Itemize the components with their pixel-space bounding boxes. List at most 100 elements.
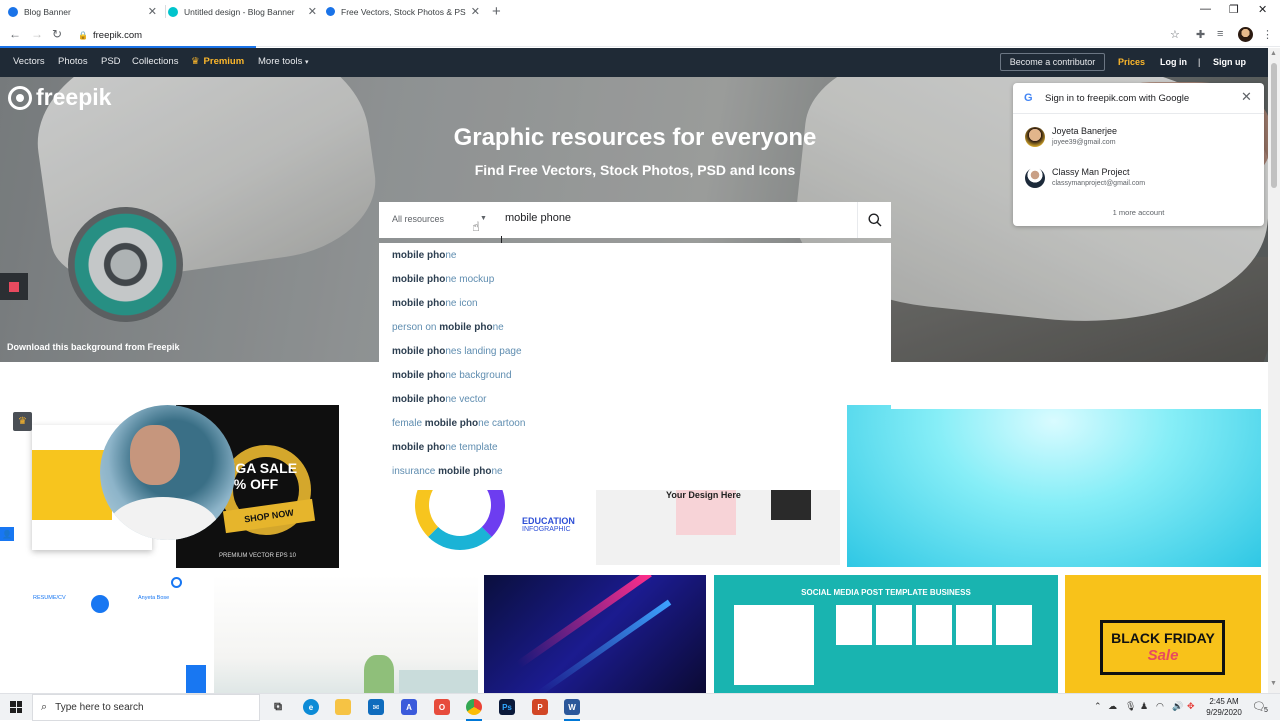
photoshop-icon[interactable]: Ps <box>499 699 515 715</box>
onedrive-icon[interactable]: ☁ <box>1108 701 1117 712</box>
gallery-item-neon-background[interactable] <box>484 575 706 693</box>
account-name: Classy Man Project <box>1052 167 1130 177</box>
google-account-joyeta[interactable]: Joyeta Banerjee joyee39@gmail.com <box>1025 122 1253 156</box>
suggestion-item[interactable]: mobile phone vector <box>392 394 486 405</box>
freepik-logo-icon <box>8 85 32 110</box>
gallery-item-interior[interactable] <box>214 575 478 693</box>
chrome-icon[interactable] <box>466 699 482 715</box>
background-credit-link[interactable]: Download this background from Freepik <box>7 342 180 352</box>
freepik-favicon-icon <box>326 7 335 16</box>
gallery-item-social-media-template[interactable]: SOCIAL MEDIA POST TEMPLATE BUSINESS <box>714 575 1058 693</box>
search-input[interactable] <box>505 212 845 224</box>
chrome-menu-icon[interactable]: ⋮ <box>1262 28 1273 41</box>
record-button[interactable] <box>0 273 28 300</box>
nav-photos[interactable]: Photos <box>58 56 88 67</box>
signup-link[interactable]: Sign up <box>1213 57 1246 67</box>
black-friday-text: BLACK FRIDAY <box>1111 630 1215 646</box>
word-icon[interactable]: W <box>564 699 580 715</box>
login-link[interactable]: Log in <box>1160 57 1187 67</box>
volume-icon[interactable]: 🔊 <box>1172 701 1183 712</box>
nav-more-tools[interactable]: More tools ▾ <box>258 56 309 67</box>
suggestion-item[interactable]: mobile phone template <box>392 442 498 453</box>
lock-icon: 🔒 <box>78 31 88 40</box>
account-email: joyee39@gmail.com <box>1052 139 1116 146</box>
freepik-logo[interactable]: freepik <box>8 84 111 111</box>
avatar <box>1025 127 1045 147</box>
forward-arrow-icon[interactable]: → <box>31 27 43 41</box>
account-name: Joyeta Banerjee <box>1052 126 1118 136</box>
restore-icon[interactable]: ❐ <box>1229 3 1239 16</box>
suggestion-item[interactable]: person on mobile phone <box>392 322 504 333</box>
nav-vectors[interactable]: Vectors <box>13 56 45 67</box>
google-account-classy[interactable]: Classy Man Project classymanproject@gmai… <box>1025 163 1253 197</box>
app-icon[interactable]: A <box>401 699 417 715</box>
window-close-icon[interactable]: ✕ <box>1258 3 1267 16</box>
close-icon[interactable]: ✕ <box>1241 89 1252 105</box>
suggestion-item[interactable]: mobile phones landing page <box>392 346 522 357</box>
become-contributor-button[interactable]: Become a contributor <box>1000 53 1105 71</box>
tray-chevron-up-icon[interactable]: ⌃ <box>1094 701 1102 712</box>
nav-collections[interactable]: Collections <box>132 56 178 67</box>
people-icon[interactable]: ♟ <box>1140 701 1148 712</box>
avatar <box>1025 168 1045 188</box>
taskbar-search-box[interactable]: ⌕ Type here to search <box>32 694 260 721</box>
nav-psd[interactable]: PSD <box>101 56 121 67</box>
windows-start-icon[interactable] <box>10 701 22 713</box>
gallery-item-resume[interactable]: RESUME/CV Anyeta Bose <box>6 575 206 693</box>
scrollbar-thumb[interactable] <box>1271 63 1277 188</box>
mail-icon[interactable]: ✉ <box>368 699 384 715</box>
back-arrow-icon[interactable]: ← <box>9 27 21 41</box>
minimize-icon[interactable]: — <box>1200 3 1211 15</box>
reading-list-icon[interactable]: ≡ <box>1217 28 1223 40</box>
suggestion-item[interactable]: mobile phone <box>392 250 456 261</box>
file-explorer-icon[interactable] <box>335 699 351 715</box>
bookmark-star-icon[interactable]: ☆ <box>1170 28 1180 41</box>
tab-title: Blog Banner <box>24 6 71 17</box>
new-tab-plus-icon[interactable]: + <box>492 3 501 20</box>
webcam-overlay <box>100 405 235 540</box>
gallery-item-mockup[interactable]: Your Design Here <box>596 490 840 565</box>
gallery-item-education-infographic[interactable]: EDUCATION INFOGRAPHIC <box>355 490 595 565</box>
clock-time: 2:45 AM <box>1209 697 1239 706</box>
dropbox-icon[interactable]: ✥ <box>1187 701 1195 712</box>
resume-label: RESUME/CV <box>33 595 66 601</box>
tab-blog-banner[interactable]: Blog Banner ✕ <box>8 0 163 23</box>
tab-freepik[interactable]: Free Vectors, Stock Photos & PS ✕ <box>326 0 486 23</box>
microphone-icon[interactable]: 🎙 <box>1125 701 1136 712</box>
taskbar-clock[interactable]: 2:45 AM 9/29/2020 <box>1200 696 1248 718</box>
wifi-icon[interactable]: ◠ <box>1156 701 1164 712</box>
powerpoint-icon[interactable]: P <box>532 699 548 715</box>
gallery-item-cyan-background[interactable] <box>847 405 1261 567</box>
profile-avatar[interactable] <box>1238 27 1253 42</box>
close-tab-icon[interactable]: ✕ <box>308 5 317 18</box>
gallery-item-black-friday[interactable]: BLACK FRIDAY Sale <box>1065 575 1261 693</box>
edge-icon[interactable]: e <box>303 699 319 715</box>
suggestion-item[interactable]: mobile phone mockup <box>392 274 494 285</box>
caret-down-icon: ▼ <box>480 215 487 222</box>
page-scrollbar[interactable]: ▲ ▼ <box>1268 48 1280 693</box>
scroll-up-icon[interactable]: ▲ <box>1270 50 1277 57</box>
close-tab-icon[interactable]: ✕ <box>471 5 480 18</box>
office-icon[interactable]: O <box>434 699 450 715</box>
user-icon[interactable]: 👤 <box>0 527 14 541</box>
suggestion-item[interactable]: insurance mobile phone <box>392 466 503 477</box>
url-field[interactable]: 🔒 freepik.com <box>78 25 142 45</box>
reload-icon[interactable]: ↻ <box>52 27 62 41</box>
search-button[interactable] <box>857 202 891 238</box>
chevron-down-icon: ▾ <box>305 59 309 66</box>
resource-type-select[interactable]: All resources <box>392 214 444 224</box>
task-view-icon[interactable]: ⧉ <box>270 699 286 715</box>
search-icon: ⌕ <box>41 701 48 713</box>
search-icon <box>868 213 881 227</box>
scroll-down-icon[interactable]: ▼ <box>1270 680 1277 687</box>
tab-untitled-design[interactable]: Untitled design - Blog Banner ✕ <box>168 0 323 23</box>
suggestion-item[interactable]: mobile phone background <box>392 370 512 381</box>
suggestion-item[interactable]: female mobile phone cartoon <box>392 418 525 429</box>
nav-prices[interactable]: Prices <box>1118 57 1145 67</box>
nav-premium[interactable]: ♛ Premium <box>191 56 244 67</box>
extensions-puzzle-icon[interactable]: ✚ <box>1196 28 1205 41</box>
more-accounts-link[interactable]: 1 more account <box>1013 208 1264 217</box>
suggestion-item[interactable]: mobile phone icon <box>392 298 478 309</box>
logo-text: freepik <box>36 84 112 110</box>
close-tab-icon[interactable]: ✕ <box>148 5 157 18</box>
